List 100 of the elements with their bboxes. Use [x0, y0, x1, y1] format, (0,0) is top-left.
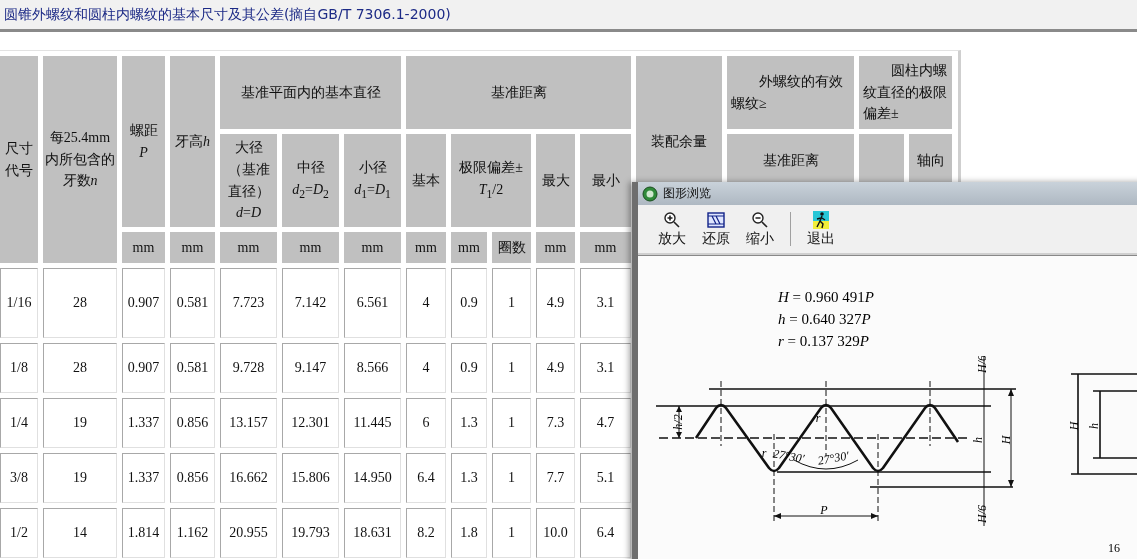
table-cell: 3.1 — [580, 268, 631, 338]
header-cell: 圆柱内螺纹直径的极限偏差± — [859, 56, 952, 129]
table-cell: 19 — [43, 398, 117, 448]
table-cell: 14.950 — [344, 453, 401, 503]
unit-cell: mm — [122, 232, 165, 263]
table-cell: 9.147 — [282, 343, 339, 393]
dimension-label: H/6 — [975, 505, 989, 523]
table-cell: 16.662 — [220, 453, 277, 503]
header-cell: 牙高h — [170, 56, 215, 227]
table-cell: 19.793 — [282, 508, 339, 558]
table-cell: 18.631 — [344, 508, 401, 558]
table-cell: 20.955 — [220, 508, 277, 558]
header-cell: 每25.4mm内所包含的牙数n — [43, 56, 117, 263]
unit-cell: mm — [344, 232, 401, 263]
table-cell: 7.142 — [282, 268, 339, 338]
table-cell: 14 — [43, 508, 117, 558]
table-cell: 13.157 — [220, 398, 277, 448]
table-cell: 8.2 — [406, 508, 446, 558]
table-cell: 1/16 — [0, 268, 38, 338]
table-cell: 1.8 — [451, 508, 487, 558]
table-cell: 0.907 — [122, 268, 165, 338]
table-cell: 1 — [492, 453, 531, 503]
table-cell: 15.806 — [282, 453, 339, 503]
table-cell: 3.1 — [580, 343, 631, 393]
table-cell: 7.7 — [536, 453, 575, 503]
zoom-in-icon — [663, 210, 681, 229]
header-cell: 基准平面内的基本直径 — [220, 56, 401, 129]
dimension-label: r — [815, 411, 821, 425]
dimension-label: h — [1087, 423, 1101, 429]
dimension-label: H — [999, 435, 1013, 445]
table-cell: 19 — [43, 453, 117, 503]
table-cell: 7.3 — [536, 398, 575, 448]
unit-cell: mm — [406, 232, 446, 263]
zoom-out-icon — [751, 210, 769, 229]
header-cell: 外螺纹的有效螺纹≥ — [727, 56, 854, 129]
table-cell: 1/8 — [0, 343, 38, 393]
table-cell: 1 — [492, 398, 531, 448]
table-cell: 4.9 — [536, 268, 575, 338]
table-cell: 0.9 — [451, 268, 487, 338]
table-cell: 0.581 — [170, 268, 215, 338]
table-cell: 0.9 — [451, 343, 487, 393]
header-cell: 小径 d$_{1}$=D$_{1}$ — [344, 134, 401, 227]
unit-cell: mm — [580, 232, 631, 263]
table-cell: 10.0 — [536, 508, 575, 558]
table-cell: 28 — [43, 268, 117, 338]
table-cell: 6.561 — [344, 268, 401, 338]
table-cell: 6 — [406, 398, 446, 448]
unit-cell: 圈数 — [492, 232, 531, 263]
page-number: 16 — [1108, 541, 1120, 556]
table-cell: 0.581 — [170, 343, 215, 393]
table-cell: 28 — [43, 343, 117, 393]
header-cell: 尺寸代号 — [0, 56, 38, 263]
unit-cell: mm — [282, 232, 339, 263]
table-cell: 1.3 — [451, 398, 487, 448]
table-cell: 5.1 — [580, 453, 631, 503]
table-cell: 0.856 — [170, 398, 215, 448]
dimension-label: h — [971, 437, 985, 443]
unit-cell: mm — [220, 232, 277, 263]
table-cell: 6.4 — [406, 453, 446, 503]
table-cell: 1 — [492, 268, 531, 338]
formula: H = 0.960 491P — [778, 288, 874, 307]
table-cell: 0.907 — [122, 343, 165, 393]
formula: h = 0.640 327P — [778, 310, 872, 329]
table-cell: 4.9 — [536, 343, 575, 393]
dimension-label: h/2 — [671, 414, 685, 430]
header-cell: 中径 d$_{2}$=D$_{2}$ — [282, 134, 339, 227]
table-cell: 4 — [406, 343, 446, 393]
unit-cell: mm — [536, 232, 575, 263]
unit-cell: mm — [170, 232, 215, 263]
table-cell: 3/8 — [0, 453, 38, 503]
dimension-label: 27°30′ — [772, 446, 806, 466]
table-cell: 1 — [492, 343, 531, 393]
page-title: 圆锥外螺纹和圆柱内螺纹的基本尺寸及其公差(摘自GB/T 7306.1-2000) — [4, 5, 451, 24]
table-cell: 12.301 — [282, 398, 339, 448]
header-cell: 基本 — [406, 134, 446, 227]
window-title: 图形浏览 — [663, 185, 711, 202]
table-cell: 1.337 — [122, 398, 165, 448]
film-icon — [707, 210, 725, 229]
dimension-label: 27°30′ — [816, 448, 850, 468]
table-cell: 1 — [492, 508, 531, 558]
dimension-label: P — [820, 503, 828, 517]
table-cell: 6.4 — [580, 508, 631, 558]
app-icon — [642, 185, 658, 202]
header-cell: 最大 — [536, 134, 575, 227]
header-cell: 极限偏差± T$_{1}$/2 — [451, 134, 531, 227]
table-cell: 4 — [406, 268, 446, 338]
header-cell: 基准距离 — [406, 56, 631, 129]
header-cell: 螺距 P — [122, 56, 165, 227]
dimension-label: r — [761, 446, 767, 460]
header-cell: 最小 — [580, 134, 631, 227]
table-cell: 1/4 — [0, 398, 38, 448]
table-cell: 9.728 — [220, 343, 277, 393]
unit-cell: mm — [451, 232, 487, 263]
table-cell: 8.566 — [344, 343, 401, 393]
header-cell: 大径（基准直径） d=D — [220, 134, 277, 227]
table-cell: 1.162 — [170, 508, 215, 558]
table-cell: 1/2 — [0, 508, 38, 558]
table-cell: 1.337 — [122, 453, 165, 503]
table-cell: 1.814 — [122, 508, 165, 558]
running-person-icon — [813, 210, 829, 229]
